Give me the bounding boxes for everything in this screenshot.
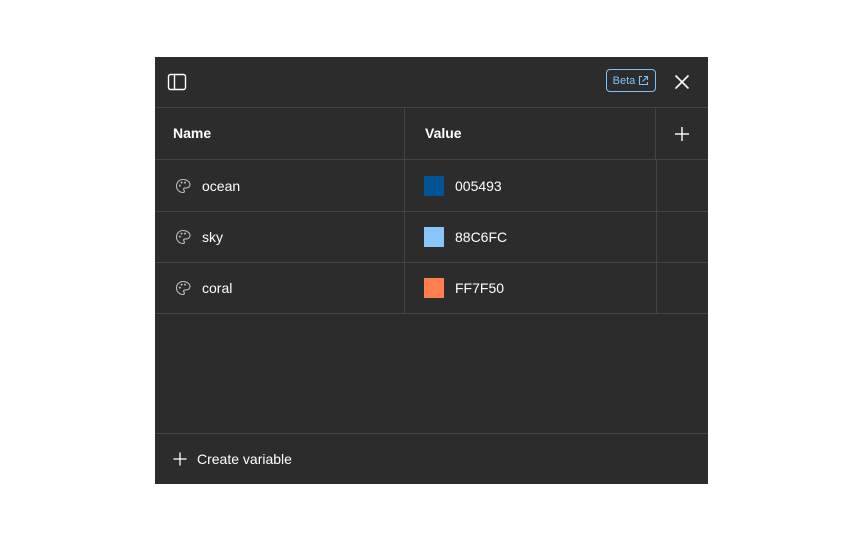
table-header: Name Value	[155, 108, 708, 160]
variable-row-sky[interactable]: sky 88C6FC	[155, 211, 708, 263]
external-link-icon	[639, 75, 649, 86]
plus-icon	[675, 126, 689, 141]
column-divider	[656, 211, 657, 262]
variable-name-cell[interactable]: sky	[155, 211, 404, 262]
variable-name: coral	[202, 279, 233, 296]
variable-row-coral[interactable]: coral FF7F50	[155, 262, 708, 314]
create-variable-button[interactable]: Create variable	[173, 451, 292, 467]
add-column-button[interactable]	[656, 108, 708, 159]
close-icon	[674, 74, 690, 90]
variable-name-cell[interactable]: coral	[155, 262, 404, 313]
beta-label: Beta	[612, 74, 636, 87]
color-swatch[interactable]	[424, 277, 444, 298]
sidebar-toggle-icon	[167, 73, 187, 91]
column-divider	[656, 262, 657, 313]
close-button[interactable]	[672, 72, 692, 92]
column-header-name: Name	[173, 125, 212, 141]
variable-row-ocean[interactable]: ocean 005493	[155, 160, 708, 212]
panel-toolbar: Beta	[155, 57, 708, 108]
variable-value: 005493	[455, 177, 502, 194]
variable-value: FF7F50	[455, 279, 505, 296]
variable-value-cell[interactable]: FF7F50	[405, 262, 656, 313]
column-header-value: Value	[425, 125, 462, 141]
beta-badge[interactable]: Beta	[606, 69, 656, 92]
variable-value: 88C6FC	[455, 228, 508, 245]
palette-icon	[175, 280, 191, 295]
variables-panel: Beta Name Value ocean 005493 sky 88C6FC …	[155, 57, 708, 484]
variable-value-cell[interactable]: 88C6FC	[405, 211, 656, 262]
color-swatch[interactable]	[424, 226, 444, 247]
plus-icon	[173, 452, 187, 466]
variable-name: sky	[202, 228, 223, 245]
color-swatch[interactable]	[424, 175, 444, 196]
variable-name-cell[interactable]: ocean	[155, 160, 404, 211]
palette-icon	[175, 178, 191, 193]
sidebar-toggle-button[interactable]	[167, 72, 187, 92]
column-divider[interactable]	[404, 108, 405, 159]
panel-footer: Create variable	[155, 433, 708, 484]
palette-icon	[175, 229, 191, 244]
column-divider	[656, 160, 657, 211]
create-variable-label: Create variable	[197, 451, 292, 467]
variable-name: ocean	[202, 177, 241, 194]
variable-value-cell[interactable]: 005493	[405, 160, 656, 211]
